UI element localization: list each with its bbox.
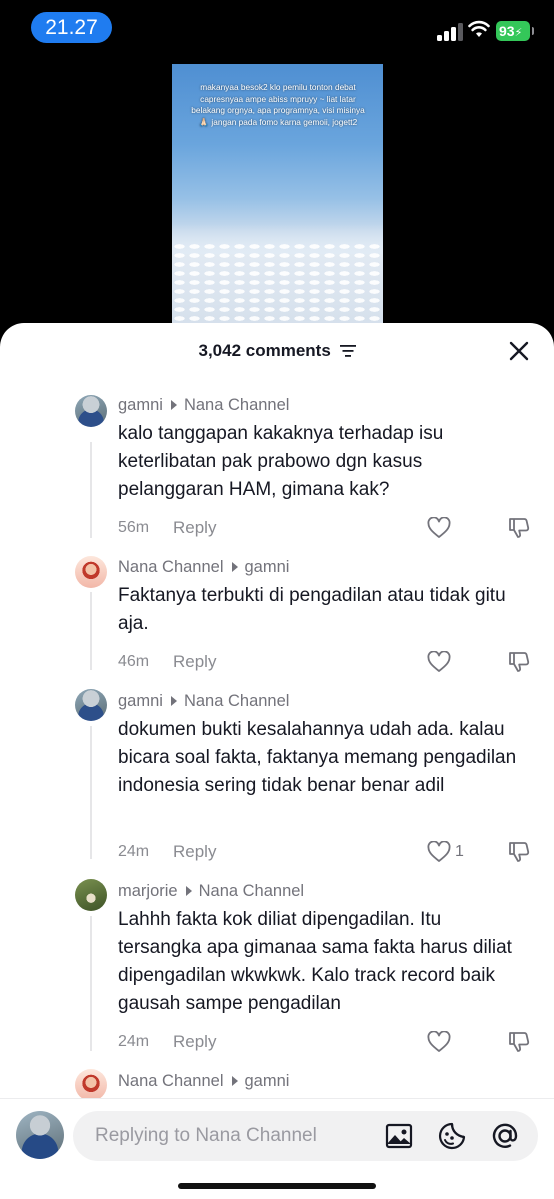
comment-count-title[interactable]: 3,042 comments (0, 341, 554, 361)
thread-line (90, 442, 92, 538)
avatar[interactable] (75, 689, 107, 721)
emoji-sticker-icon[interactable] (437, 1121, 467, 1151)
status-time: 21.27 (31, 12, 112, 43)
battery-level: 93 (499, 23, 515, 39)
heart-outline-icon[interactable] (427, 1031, 451, 1053)
comment-username[interactable]: marjorie (118, 882, 178, 900)
close-icon[interactable] (507, 339, 531, 363)
comment-meta: gamni Nana Channel (118, 692, 289, 711)
comment-age: 46m (118, 653, 150, 670)
avatar[interactable] (75, 879, 107, 911)
reply-to-username[interactable]: gamni (245, 558, 290, 576)
video-caption: makanyaa besok2 klo pemilu tonton debat … (191, 82, 365, 127)
reply-to-username[interactable]: gamni (245, 1072, 290, 1090)
comment-text: Faktanya terbukti di pengadilan atau tid… (118, 585, 506, 634)
thumbs-down-icon[interactable] (507, 840, 531, 864)
battery-indicator: 93⚡ (496, 21, 534, 41)
reply-button[interactable]: Reply (173, 842, 216, 862)
comment-text: kalo tanggapan kakaknya terhadap isu ket… (118, 423, 444, 500)
comment-username[interactable]: Nana Channel (118, 1072, 224, 1090)
comment-username[interactable]: gamni (118, 396, 163, 414)
reply-arrow-icon (170, 696, 177, 707)
comment-text: dokumen bukti kesalahannya udah ada. kal… (118, 719, 517, 796)
comment-age: 24m (118, 843, 150, 860)
reply-button[interactable]: Reply (173, 518, 216, 538)
reply-input[interactable] (73, 1111, 538, 1161)
comment-meta: marjorie Nana Channel (118, 882, 304, 901)
comment-meta: Nana Channel gamni (118, 1072, 289, 1091)
my-avatar (16, 1111, 64, 1159)
reply-arrow-icon (231, 1076, 238, 1087)
comments-sheet: 3,042 comments gamni Nana Channel kalo ta… (0, 323, 554, 1199)
thumbs-down-icon[interactable] (507, 650, 531, 674)
at-mention-icon[interactable] (490, 1121, 520, 1151)
sheet-header: 3,042 comments (0, 323, 554, 379)
reply-arrow-icon (170, 400, 177, 411)
reply-to-username[interactable]: Nana Channel (199, 882, 305, 900)
comment-text: Lahhh fakta kok diliat dipengadilan. Itu… (118, 909, 512, 1014)
video-preview[interactable]: makanyaa besok2 klo pemilu tonton debat … (172, 64, 383, 332)
reply-to-username[interactable]: Nana Channel (184, 692, 290, 710)
comment-meta: gamni Nana Channel (118, 396, 289, 415)
comment-username[interactable]: gamni (118, 692, 163, 710)
cloud-layer (172, 242, 383, 332)
wifi-icon (468, 20, 490, 37)
comment-username[interactable]: Nana Channel (118, 558, 224, 576)
comment-count-label: 3,042 comments (198, 341, 331, 360)
heart-outline-icon[interactable] (427, 517, 451, 539)
status-bar: 21.27 93⚡ (0, 0, 554, 56)
avatar[interactable] (75, 1069, 107, 1101)
thread-line (90, 916, 92, 1051)
home-indicator (178, 1183, 376, 1189)
image-icon[interactable] (384, 1121, 414, 1151)
like-count: 1 (455, 843, 464, 860)
thumbs-down-icon[interactable] (507, 1030, 531, 1054)
avatar[interactable] (75, 395, 107, 427)
avatar[interactable] (75, 556, 107, 588)
reply-arrow-icon (185, 886, 192, 897)
reply-bar (0, 1098, 554, 1199)
heart-outline-icon[interactable] (427, 841, 451, 863)
filter-icon[interactable] (339, 344, 356, 357)
thread-line (90, 592, 92, 670)
comment-age: 24m (118, 1033, 150, 1050)
heart-outline-icon[interactable] (427, 651, 451, 673)
thread-line (90, 726, 92, 859)
reply-button[interactable]: Reply (173, 652, 216, 672)
reply-arrow-icon (231, 562, 238, 573)
reply-to-username[interactable]: Nana Channel (184, 396, 290, 414)
comment-meta: Nana Channel gamni (118, 558, 289, 577)
reply-button[interactable]: Reply (173, 1032, 216, 1052)
comment-age: 56m (118, 519, 150, 536)
thumbs-down-icon[interactable] (507, 516, 531, 540)
cellular-signal-icon (437, 21, 463, 41)
